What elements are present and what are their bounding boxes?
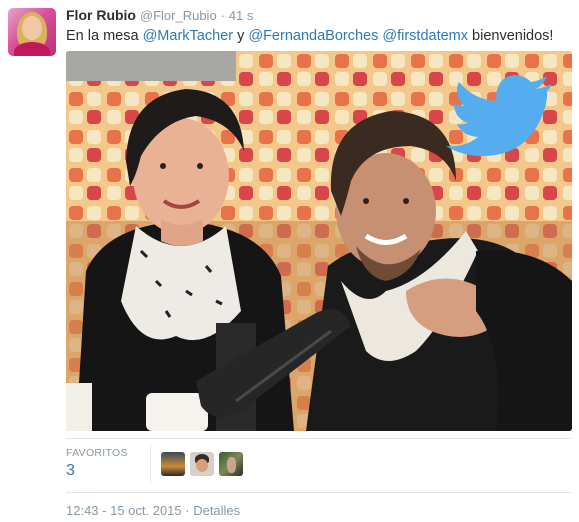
favoriter-avatar[interactable] xyxy=(190,452,214,476)
tweet-text-part: En la mesa xyxy=(66,28,143,44)
tweet-text: En la mesa @MarkTacher y @FernandaBorche… xyxy=(66,26,553,46)
divider-top xyxy=(66,438,571,439)
tweet-header: Flor Rubio @Flor_Rubio · 41 s xyxy=(66,6,253,25)
photo-illustration xyxy=(66,51,572,431)
author-handle[interactable]: @Flor_Rubio xyxy=(140,8,217,23)
author-name[interactable]: Flor Rubio xyxy=(66,7,136,23)
tweet-timestamp[interactable]: 12:43 - 15 oct. 2015 · Detalles xyxy=(66,503,240,518)
tweet-text-part: y xyxy=(233,28,249,44)
author-avatar[interactable] xyxy=(8,8,56,56)
mention-marktacher[interactable]: @MarkTacher xyxy=(143,28,233,44)
tweet-time[interactable]: 41 s xyxy=(229,8,254,23)
tweet-photo[interactable] xyxy=(66,51,572,431)
favorites-label: FAVORITOS xyxy=(66,447,128,459)
divider-bottom xyxy=(66,492,571,493)
favoriter-avatar[interactable] xyxy=(161,452,185,476)
favorites-count[interactable]: 3 xyxy=(66,462,75,480)
favoriter-avatar[interactable] xyxy=(219,452,243,476)
stats-separator xyxy=(150,445,151,483)
mention-firstdatemx[interactable]: @firstdatemx xyxy=(382,28,468,44)
tweet-text-part: bienvenidos! xyxy=(468,28,554,44)
mention-fernandaborches[interactable]: @FernandaBorches xyxy=(248,28,378,44)
header-separator: · xyxy=(220,8,225,23)
favoriters-list xyxy=(161,452,243,476)
